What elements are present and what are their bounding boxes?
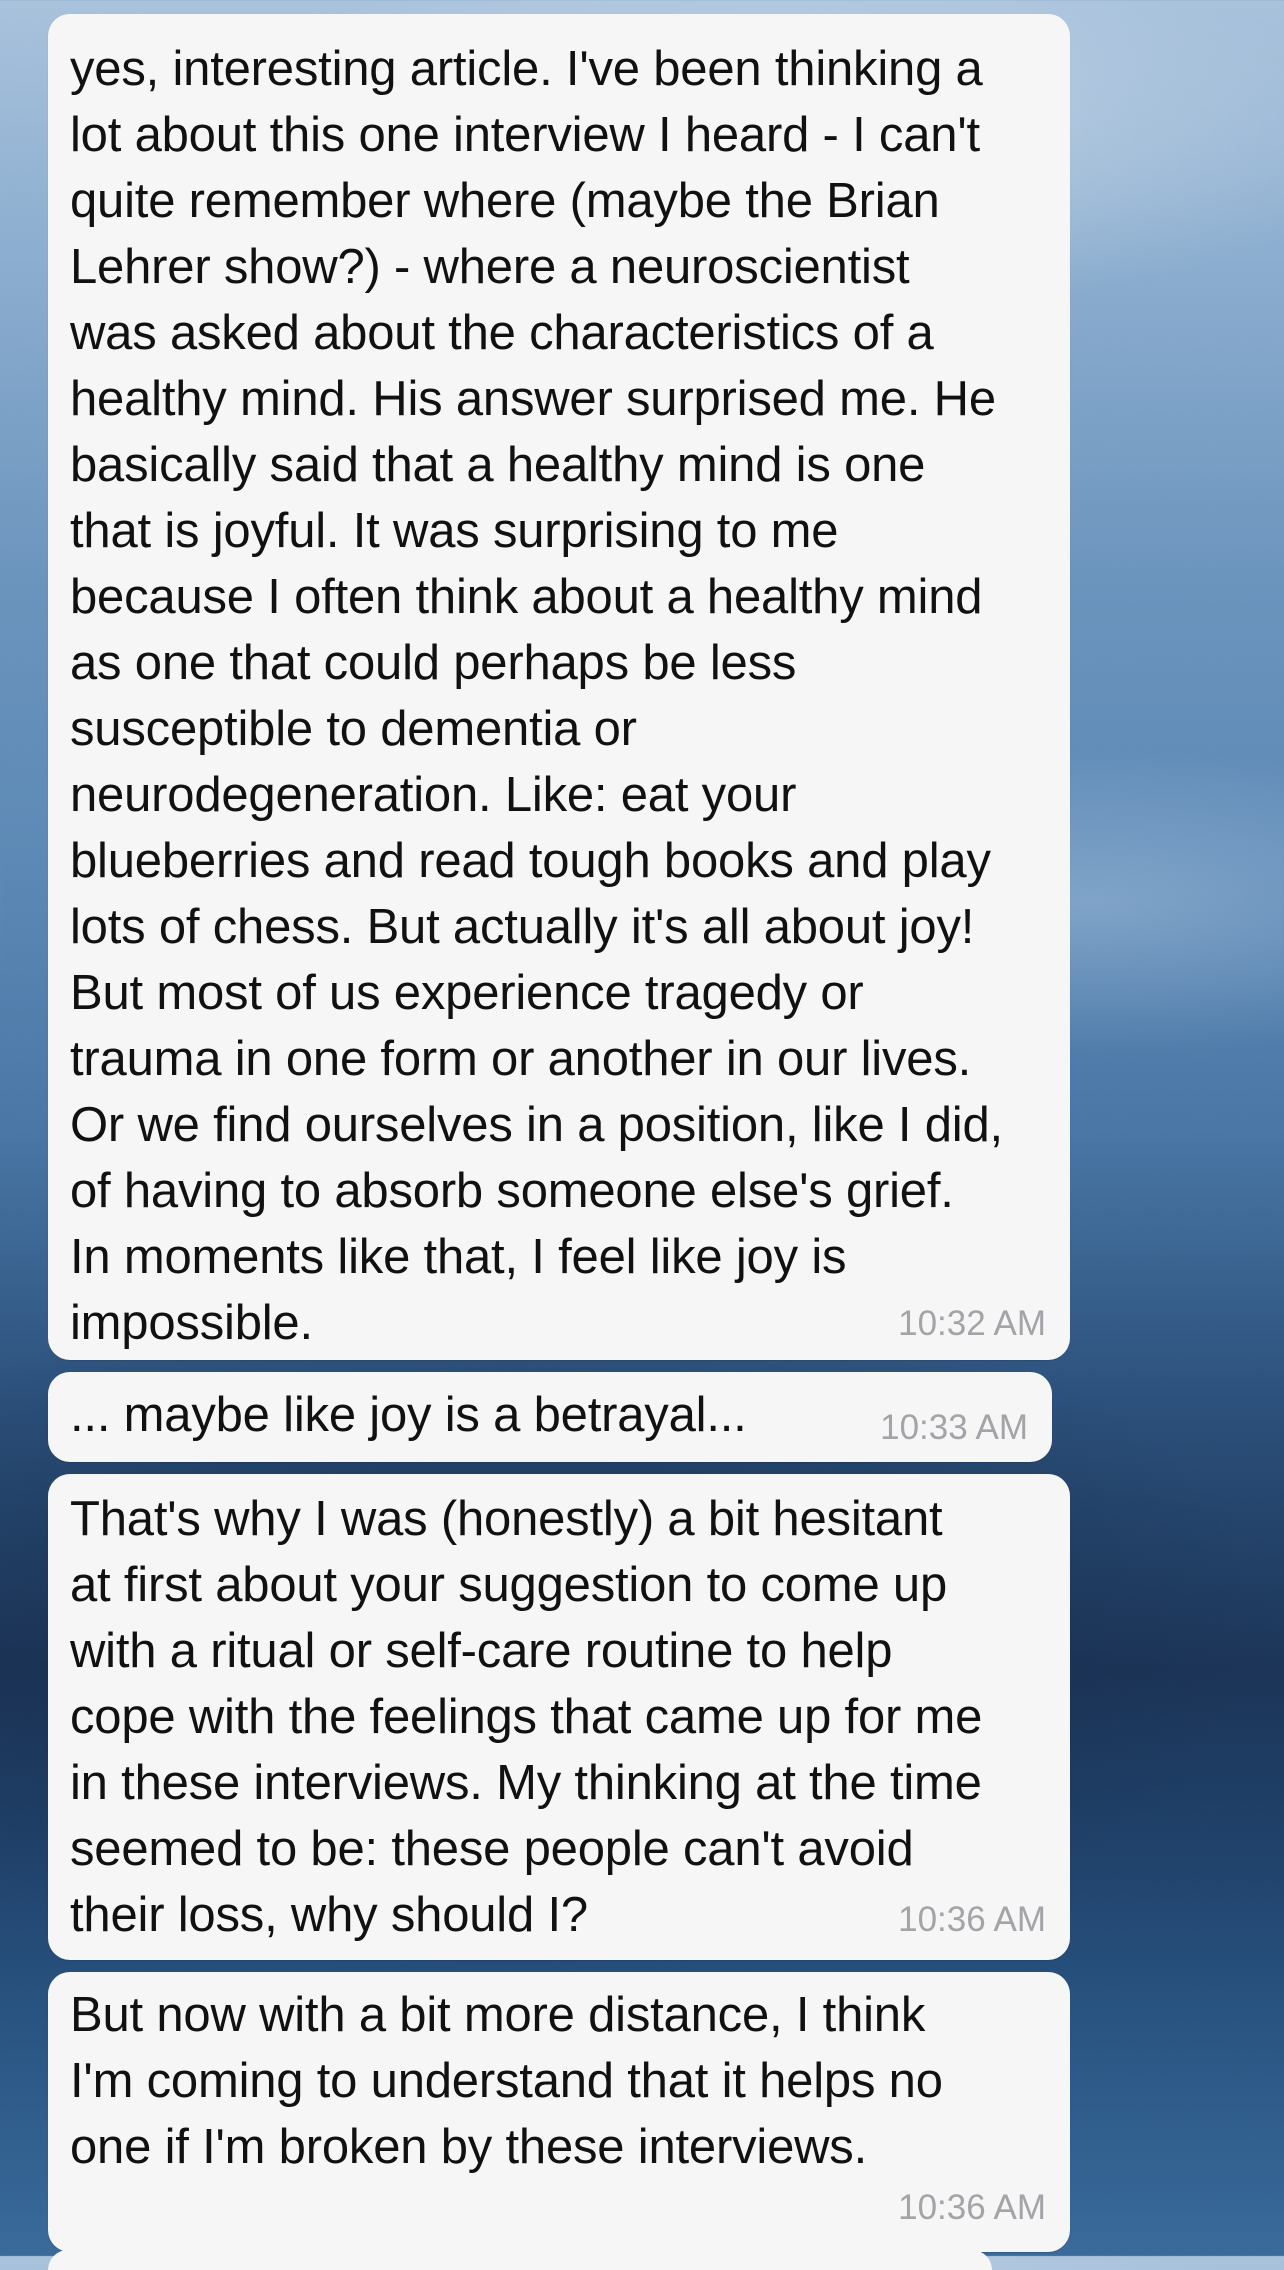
message-timestamp: 10:33 AM (880, 1408, 1028, 1447)
message-bubble[interactable]: That's why I was (honestly) a bit hesita… (48, 1474, 1070, 1960)
message-text: ... maybe like joy is a betrayal... (70, 1388, 747, 1442)
message-timestamp: 10:36 AM (898, 2188, 1046, 2227)
message-text: That's why I was (honestly) a bit hesita… (70, 1492, 983, 1942)
message-timestamp: 10:32 AM (898, 1304, 1046, 1343)
message-timestamp: 10:36 AM (898, 1900, 1046, 1939)
message-bubble[interactable]: yes, interesting article. I've been thin… (48, 14, 1070, 1360)
message-text: yes, interesting article. I've been thin… (70, 42, 1003, 1350)
chat-message-list[interactable]: yes, interesting article. I've been thin… (0, 0, 1284, 2270)
next-message-bubble-edge (48, 2250, 992, 2270)
message-bubble[interactable]: ... maybe like joy is a betrayal... 10:3… (48, 1372, 1052, 1462)
message-text: But now with a bit more distance, I thin… (70, 1988, 943, 2174)
message-bubble[interactable]: But now with a bit more distance, I thin… (48, 1972, 1070, 2252)
